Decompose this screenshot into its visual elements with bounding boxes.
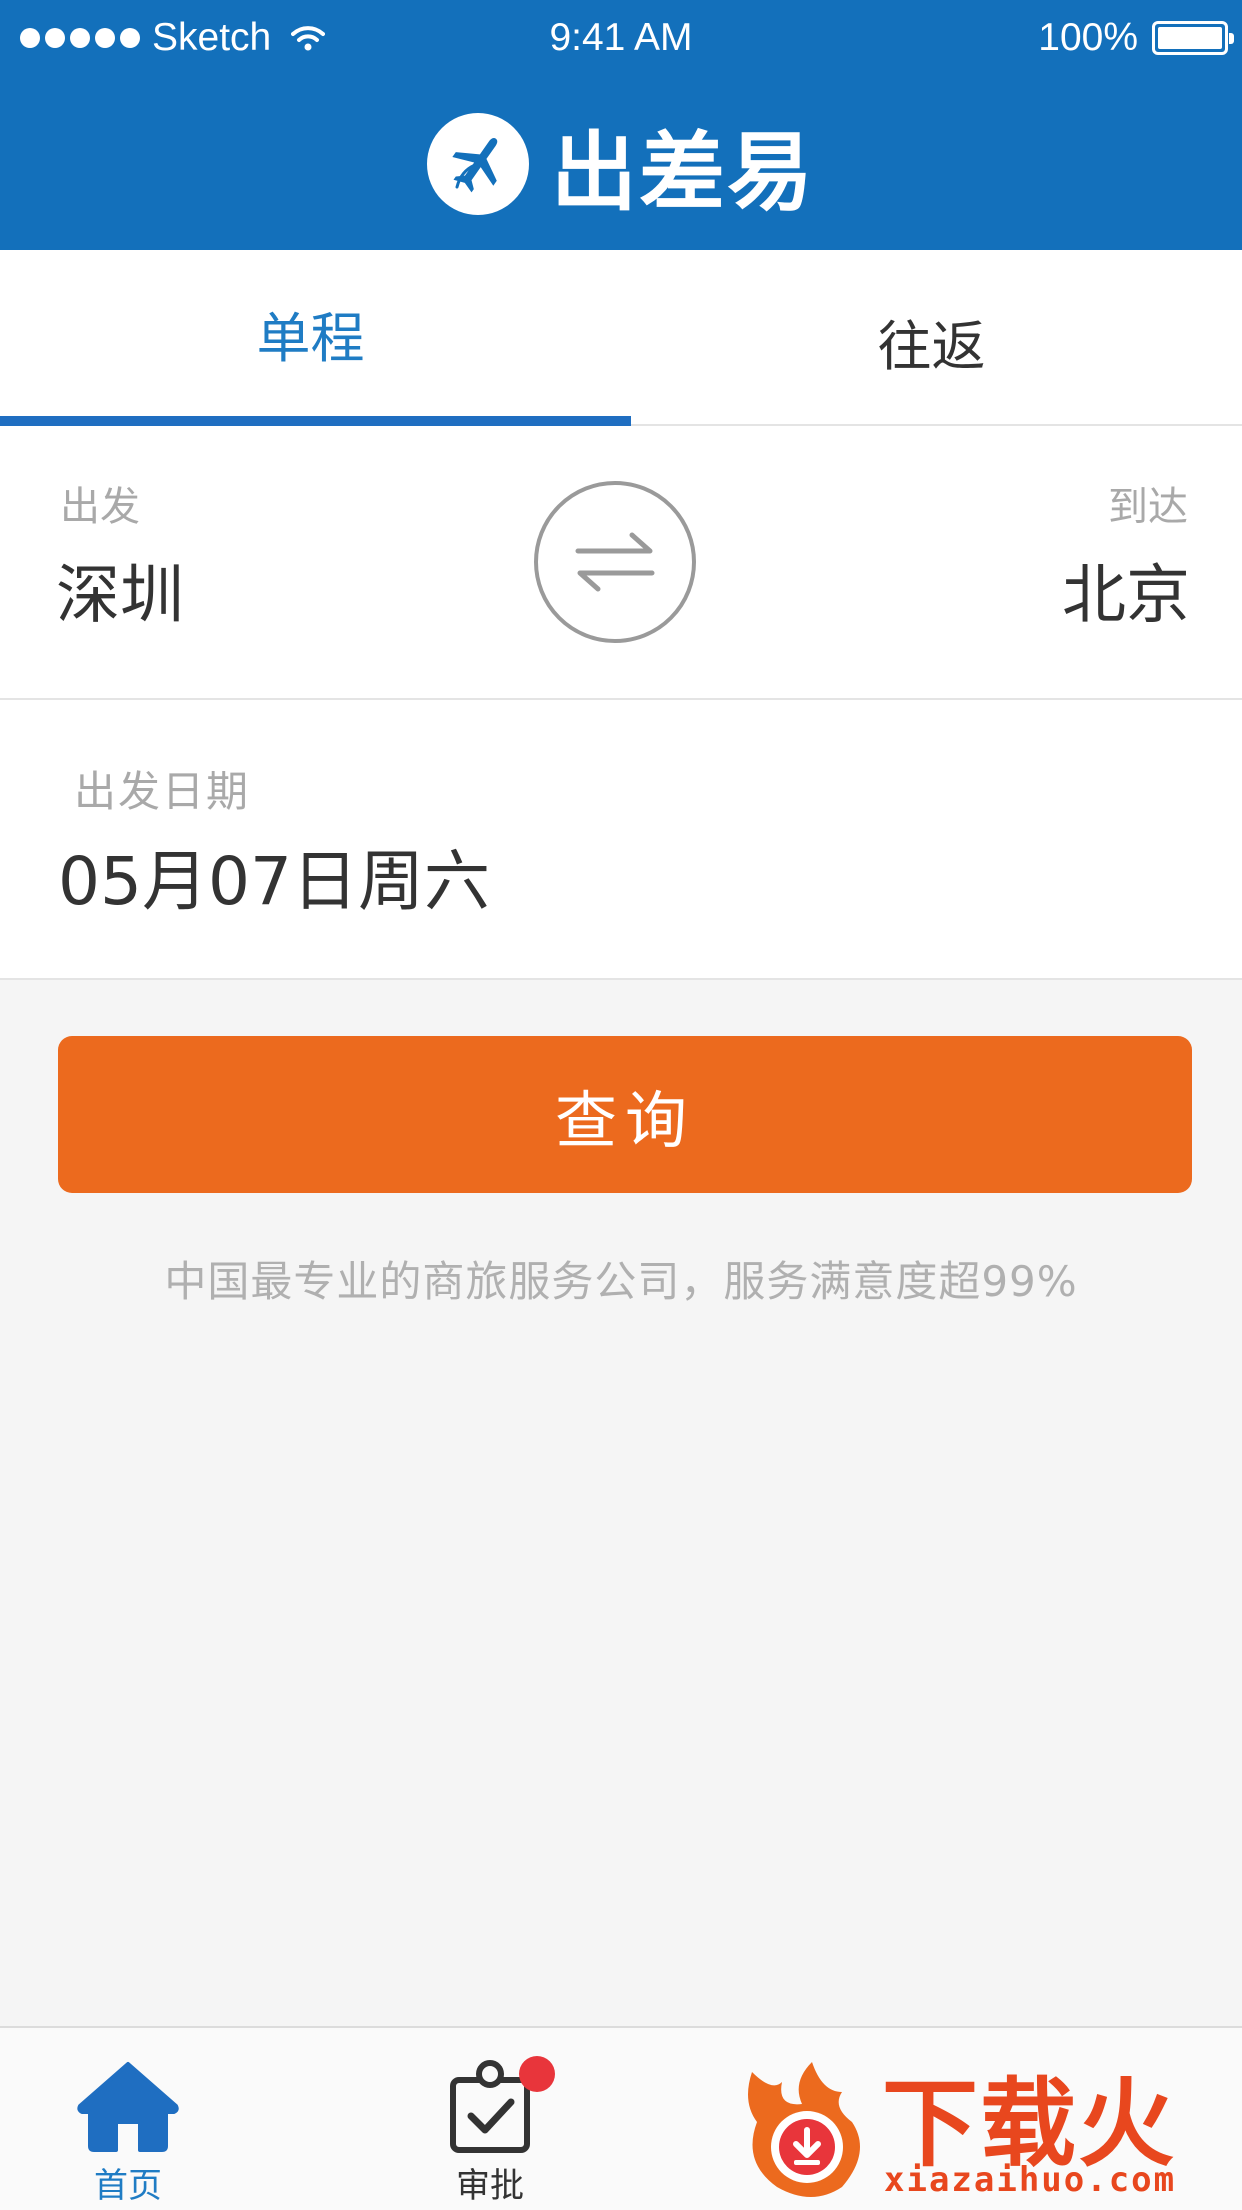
status-bar: Sketch 9:41 AM 100% [0,0,1242,78]
home-icon [76,2056,180,2156]
arrival-city[interactable]: 北京 [1062,544,1190,636]
tab-one-way-label: 单程 [256,306,365,370]
swap-cities-button[interactable] [534,481,696,643]
arrival-label: 到达 [1108,484,1188,530]
battery-percent: 100% [1038,16,1138,59]
app-title: 出差易 [551,122,815,223]
tab-round-trip[interactable]: 往返 [621,250,1242,424]
nav-item-home[interactable]: 首页 [58,2028,198,2210]
departure-date-label: 出发日期 [74,767,251,816]
route-selector: 出发 深圳 到达 北京 [0,426,1242,700]
app-header: Sketch 9:41 AM 100% 出差易 [0,0,1242,250]
departure-date-field[interactable]: 出发日期 05月07日周六 [0,700,1242,980]
departure-date-value: 05月07日周六 [58,843,490,920]
approval-clipboard-icon [447,2056,555,2156]
app-brand: 出差易 [0,112,1242,223]
flame-logo-icon [748,2062,860,2197]
departure-city[interactable]: 深圳 [56,544,184,636]
status-right: 100% [1038,16,1234,60]
swap-arrows-icon [575,532,655,592]
nav-home-label: 首页 [94,2166,162,2206]
nav-approval-label: 审批 [456,2166,524,2206]
battery-icon [1152,21,1234,55]
notification-badge [519,2056,555,2092]
search-button[interactable]: 查询 [58,1036,1192,1193]
slogan-text: 中国最专业的商旅服务公司，服务满意度超99% [164,1257,1078,1306]
watermark: 下载火 xiazaihuo.com [730,2040,1242,2208]
active-tab-indicator [0,416,631,426]
watermark-url: xiazaihuo.com [884,2160,1177,2200]
tab-one-way[interactable]: 单程 [0,250,621,424]
airplane-logo-icon [427,113,529,215]
tab-round-trip-label: 往返 [877,314,986,378]
trip-type-tabs: 单程 往返 [0,250,1242,426]
departure-label: 出发 [60,484,140,530]
nav-item-approval[interactable]: 审批 [420,2028,560,2210]
